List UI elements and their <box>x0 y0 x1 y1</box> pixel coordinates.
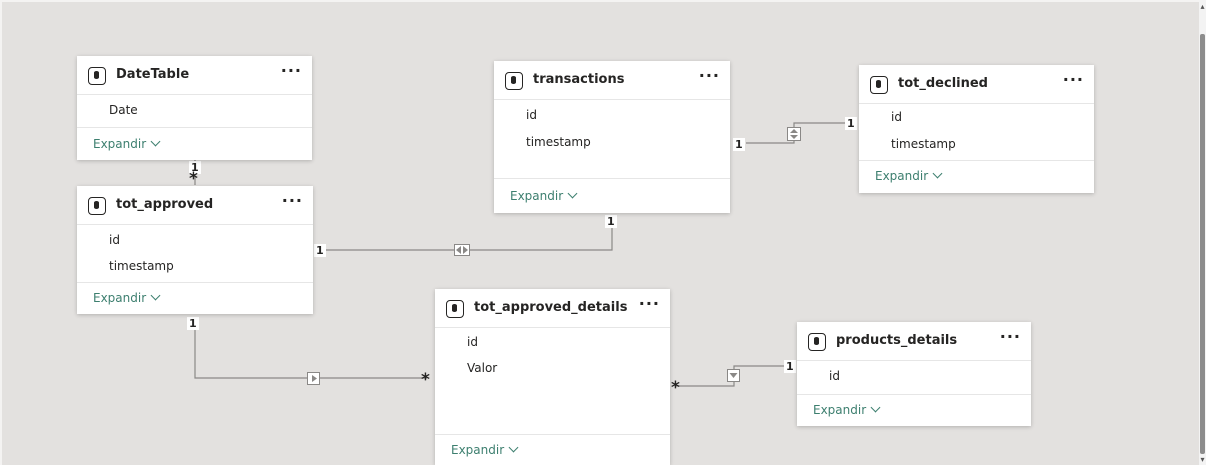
cardinality-many-label: * <box>671 378 680 398</box>
expand-label: Expandir <box>510 189 564 203</box>
scrollbar-thumb[interactable] <box>1200 34 1205 454</box>
field-timestamp[interactable]: timestamp <box>109 259 174 273</box>
table-icon <box>446 300 464 318</box>
expand-button[interactable]: Expandir <box>451 442 519 457</box>
chevron-down-icon <box>508 442 519 453</box>
cardinality-one-label: 1 <box>187 317 199 330</box>
table-card-header[interactable]: transactions ··· <box>494 61 730 100</box>
table-icon <box>505 72 523 90</box>
more-options-button[interactable]: ··· <box>639 294 660 313</box>
field-id[interactable]: id <box>526 108 537 122</box>
field-id[interactable]: id <box>829 369 840 383</box>
cardinality-many-label: * <box>189 169 198 189</box>
more-options-button[interactable]: ··· <box>281 61 302 80</box>
chevron-down-icon <box>150 136 161 147</box>
expand-label: Expandir <box>875 169 929 183</box>
table-card-header[interactable]: products_details ··· <box>797 322 1031 361</box>
field-id[interactable]: id <box>109 233 120 247</box>
expand-label: Expandir <box>93 291 147 305</box>
chevron-down-icon <box>932 168 943 179</box>
more-options-button[interactable]: ··· <box>1000 327 1021 346</box>
table-card-tot-approved-details[interactable]: tot_approved_details ··· id Valor Expand… <box>435 289 670 465</box>
table-card-tot-declined[interactable]: tot_declined ··· id timestamp Expandir <box>859 65 1094 193</box>
table-title: products_details <box>836 333 958 348</box>
expand-label: Expandir <box>813 403 867 417</box>
table-icon <box>88 197 106 215</box>
expand-button[interactable]: Expandir <box>813 402 881 417</box>
chevron-down-icon <box>150 290 161 301</box>
expand-button[interactable]: Expandir <box>875 168 943 183</box>
field-date[interactable]: Date <box>109 103 138 117</box>
divider <box>435 434 670 435</box>
cardinality-one-label: 1 <box>605 215 617 228</box>
divider <box>494 178 730 179</box>
field-timestamp[interactable]: timestamp <box>526 135 591 149</box>
table-card-tot-approved[interactable]: tot_approved ··· id timestamp Expandir <box>77 186 313 314</box>
chevron-down-icon <box>870 402 881 413</box>
rel-line-totapproved-details <box>194 330 427 379</box>
more-options-button[interactable]: ··· <box>282 191 303 210</box>
table-card-products-details[interactable]: products_details ··· id Expandir <box>797 322 1031 426</box>
table-title: DateTable <box>116 67 190 82</box>
cardinality-one-label: 1 <box>784 360 796 373</box>
expand-label: Expandir <box>93 137 147 151</box>
cardinality-one-label: 1 <box>314 244 326 257</box>
filter-direction-down-icon <box>727 369 740 382</box>
table-title: transactions <box>533 72 625 87</box>
expand-button[interactable]: Expandir <box>510 188 578 203</box>
table-icon <box>808 333 826 351</box>
field-id[interactable]: id <box>891 110 902 124</box>
divider <box>77 127 312 128</box>
table-title: tot_approved <box>116 197 214 212</box>
more-options-button[interactable]: ··· <box>699 66 720 85</box>
table-card-header[interactable]: tot_approved ··· <box>77 186 313 225</box>
table-card-header[interactable]: tot_approved_details ··· <box>435 289 670 328</box>
divider <box>859 160 1094 161</box>
divider <box>797 394 1031 395</box>
divider <box>77 282 313 283</box>
scroll-up-icon[interactable]: ▴ <box>1199 2 1206 12</box>
table-title: tot_declined <box>898 76 988 91</box>
expand-label: Expandir <box>451 443 505 457</box>
expand-button[interactable]: Expandir <box>93 136 161 151</box>
field-timestamp[interactable]: timestamp <box>891 137 956 151</box>
cardinality-one-label: 1 <box>845 117 857 130</box>
table-card-datetable[interactable]: DateTable ··· Date Expandir <box>77 56 312 160</box>
expand-button[interactable]: Expandir <box>93 290 161 305</box>
field-id[interactable]: id <box>467 335 478 349</box>
cardinality-many-label: * <box>421 370 430 390</box>
bidirectional-filter-icon <box>454 244 470 256</box>
bidirectional-filter-icon <box>787 127 801 141</box>
table-title: tot_approved_details <box>474 300 628 315</box>
table-card-header[interactable]: tot_declined ··· <box>859 65 1094 104</box>
table-icon <box>88 67 106 85</box>
chevron-down-icon <box>567 188 578 199</box>
more-options-button[interactable]: ··· <box>1063 70 1084 89</box>
cardinality-one-label: 1 <box>733 138 745 151</box>
filter-direction-right-icon <box>307 372 320 385</box>
table-card-transactions[interactable]: transactions ··· id timestamp Expandir <box>494 61 730 213</box>
field-valor[interactable]: Valor <box>467 361 497 375</box>
table-card-header[interactable]: DateTable ··· <box>77 56 312 95</box>
table-icon <box>870 76 888 94</box>
scroll-down-icon[interactable]: ▾ <box>1199 455 1206 465</box>
